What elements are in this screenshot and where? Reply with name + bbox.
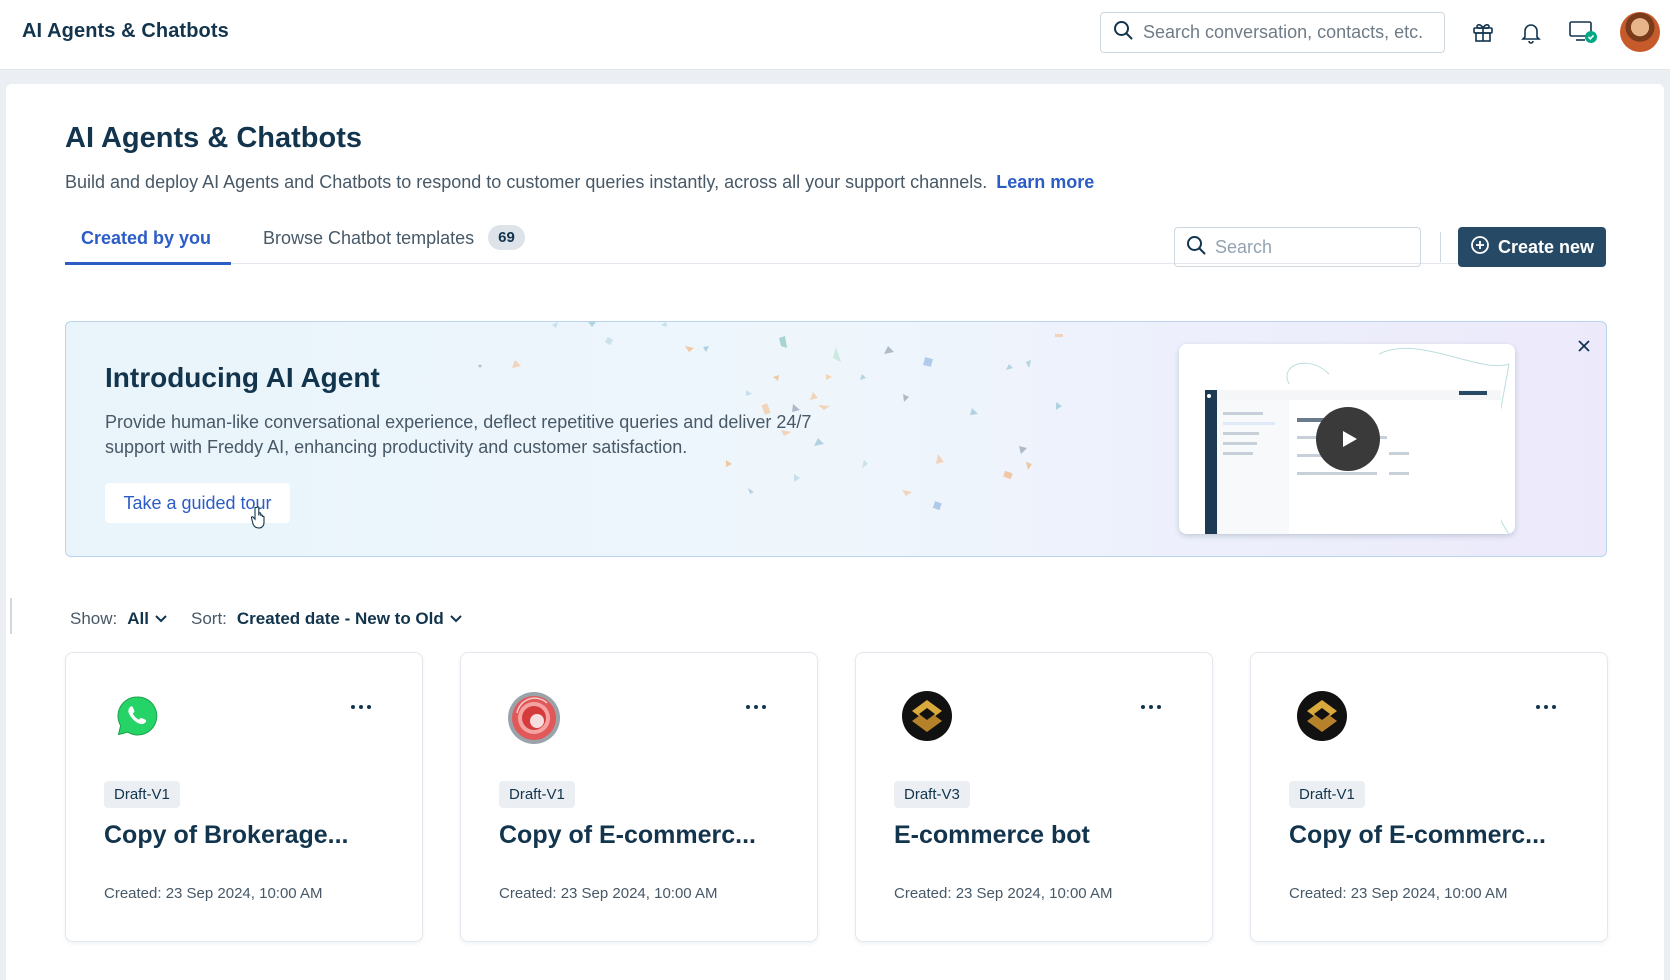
show-filter-dropdown[interactable]: All: [127, 609, 167, 629]
banner-title: Introducing AI Agent: [105, 362, 380, 393]
bell-icon[interactable]: [1516, 17, 1546, 47]
show-filter-value: All: [127, 609, 149, 628]
chatbot-search-box[interactable]: [1174, 227, 1421, 267]
red-ring-logo-icon: [507, 691, 560, 744]
guided-tour-label: Take a guided tour: [123, 492, 272, 513]
chatbot-card[interactable]: Draft-V1 Copy of Brokerage... Created: 2…: [65, 652, 423, 942]
version-badge: Draft-V1: [499, 781, 575, 808]
create-new-label: Create new: [1497, 236, 1595, 257]
filter-bar: Show: All Sort: Created date - New to Ol…: [70, 604, 462, 634]
more-options-icon[interactable]: [741, 695, 771, 719]
created-date: Created: 23 Sep 2024, 10:00 AM: [104, 885, 323, 902]
tab-browse-templates[interactable]: Browse Chatbot templates 69: [263, 225, 525, 264]
sort-dropdown[interactable]: Created date - New to Old: [237, 609, 462, 629]
plus-circle-icon: [1470, 235, 1490, 260]
more-options-icon[interactable]: [1531, 695, 1561, 719]
intro-video-thumbnail[interactable]: [1179, 344, 1515, 534]
toolbar-divider: [1440, 232, 1441, 262]
page-description: Build and deploy AI Agents and Chatbots …: [65, 172, 1094, 193]
whatsapp-logo-icon: [112, 691, 162, 741]
version-badge: Draft-V1: [1289, 781, 1365, 808]
search-icon: [1113, 20, 1133, 45]
learn-more-link[interactable]: Learn more: [996, 172, 1094, 192]
app-title: AI Agents & Chatbots: [22, 20, 229, 42]
more-options-icon[interactable]: [1136, 695, 1166, 719]
gold-diamond-logo-icon: [1297, 691, 1347, 741]
tab-created-by-you[interactable]: Created by you: [65, 226, 232, 265]
created-date: Created: 23 Sep 2024, 10:00 AM: [894, 885, 1113, 902]
sort-value: Created date - New to Old: [236, 609, 444, 628]
version-badge: Draft-V1: [104, 781, 180, 808]
chatbot-title[interactable]: E-commerce bot: [894, 821, 1090, 850]
avatar[interactable]: [1620, 12, 1660, 52]
gold-diamond-logo-icon: [902, 691, 952, 741]
global-search-input[interactable]: [1143, 22, 1433, 43]
chatbot-title[interactable]: Copy of E-commerc...: [1289, 821, 1546, 850]
page-description-text: Build and deploy AI Agents and Chatbots …: [65, 172, 988, 192]
chevron-down-icon: [450, 615, 462, 623]
chatbot-title[interactable]: Copy of E-commerc...: [499, 821, 756, 850]
chatbot-card[interactable]: Draft-V3 E-commerce bot Created: 23 Sep …: [855, 652, 1213, 942]
close-icon[interactable]: [1572, 334, 1596, 358]
play-button-icon[interactable]: [1316, 407, 1380, 471]
version-badge: Draft-V3: [894, 781, 970, 808]
created-date: Created: 23 Sep 2024, 10:00 AM: [499, 885, 718, 902]
page-title: AI Agents & Chatbots: [65, 122, 362, 154]
show-filter-label: Show:: [70, 609, 118, 628]
tab-label: Created by you: [81, 228, 212, 248]
monitor-status-icon[interactable]: [1568, 17, 1598, 47]
created-date: Created: 23 Sep 2024, 10:00 AM: [1289, 885, 1508, 902]
gift-icon[interactable]: [1468, 17, 1498, 47]
templates-count-badge: 69: [488, 225, 525, 250]
main-panel: AI Agents & Chatbots Build and deploy AI…: [6, 84, 1664, 980]
hand-cursor-icon: [251, 506, 265, 529]
banner-text: Provide human-like conversational experi…: [105, 412, 812, 457]
search-icon: [1186, 235, 1206, 260]
create-new-button[interactable]: Create new: [1458, 227, 1606, 267]
tab-label: Browse Chatbot templates: [263, 228, 475, 248]
ai-agent-banner: Introducing AI Agent Provide human-like …: [65, 321, 1607, 557]
chevron-down-icon: [155, 615, 167, 623]
chatbot-search-input[interactable]: [1215, 236, 1415, 258]
scroll-edge-indicator: [10, 598, 12, 634]
more-options-icon[interactable]: [346, 695, 376, 719]
chatbot-card[interactable]: Draft-V1 Copy of E-commerc... Created: 2…: [460, 652, 818, 942]
chatbot-title[interactable]: Copy of Brokerage...: [104, 821, 349, 850]
top-header: AI Agents & Chatbots: [0, 0, 1670, 70]
global-search-box[interactable]: [1100, 12, 1445, 53]
chatbot-card[interactable]: Draft-V1 Copy of E-commerc... Created: 2…: [1250, 652, 1608, 942]
sort-label: Sort:: [190, 609, 227, 628]
